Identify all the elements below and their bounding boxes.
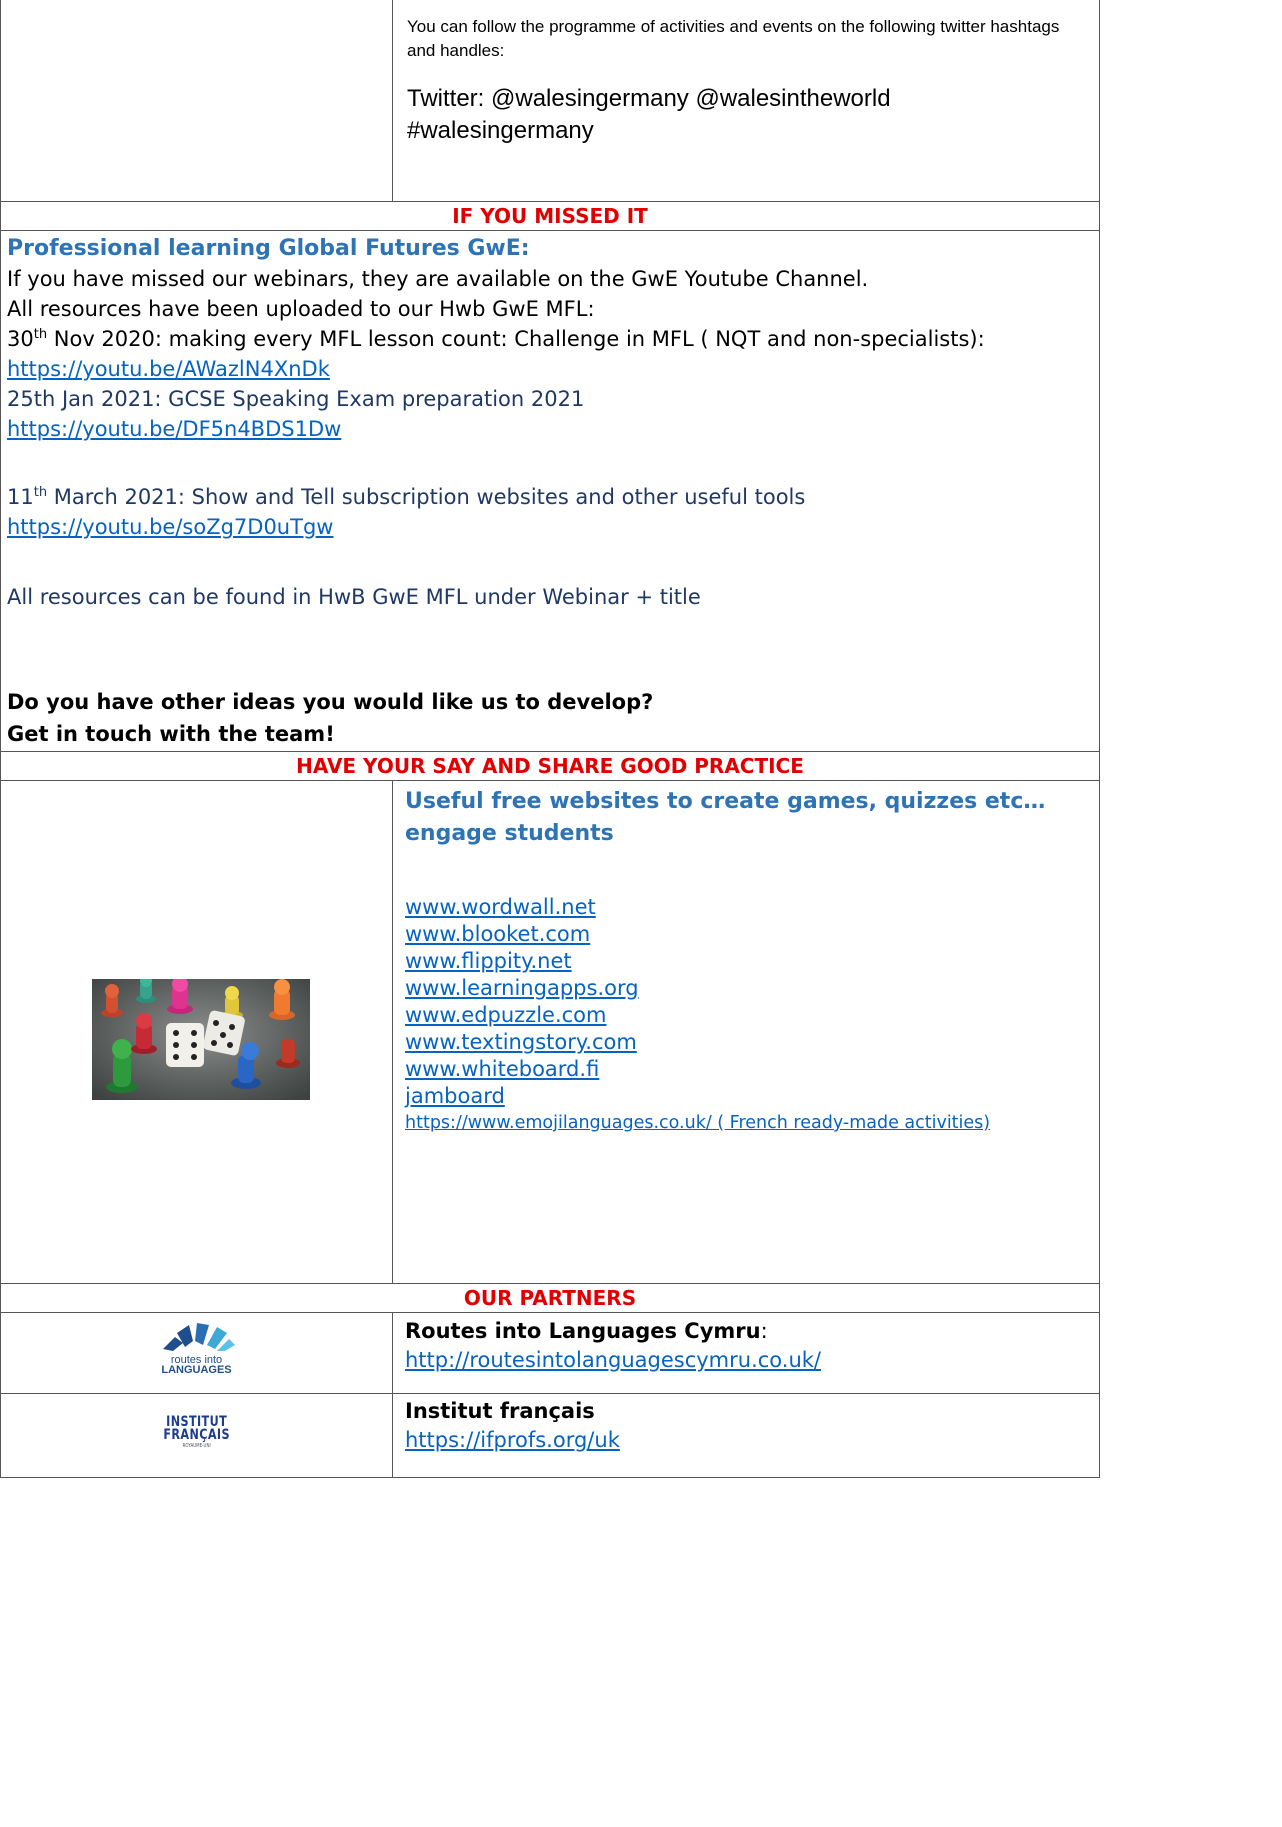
board-game-pieces-image (92, 979, 310, 1100)
missed-content-row: Professional learning Global Futures GwE… (0, 230, 1100, 752)
document-page: You can follow the programme of activiti… (0, 0, 1282, 1827)
webinar3-day: 11 (7, 485, 34, 509)
webinar1-text: Nov 2020: making every MFL lesson count:… (47, 327, 985, 351)
webinar3: 11th March 2021: Show and Tell subscript… (7, 482, 1093, 512)
routes-info-cell: Routes into Languages Cymru: http://rout… (392, 1312, 1100, 1394)
missed-line1: If you have missed our webinars, they ar… (7, 267, 869, 291)
routes-colon: : (760, 1319, 768, 1343)
website-link-flippity[interactable]: www.flippity.net (405, 949, 572, 973)
website-link-jamboard[interactable]: jamboard (405, 1084, 505, 1108)
newsletter-table: You can follow the programme of activiti… (0, 0, 1100, 1478)
partners-header: OUR PARTNERS (0, 1283, 1100, 1313)
institut-logo: INSTITUT FRANÇAIS ROYAUME-UNI (163, 1415, 230, 1450)
routes-logo-cell: routes into LANGUAGES (0, 1312, 393, 1394)
partner-routes-row: routes into LANGUAGES Routes into Langua… (0, 1312, 1100, 1394)
missed-content: Professional learning Global Futures GwE… (0, 230, 1100, 752)
missed-line2: All resources have been uploaded to our … (7, 297, 595, 321)
webinar3-link[interactable]: https://youtu.be/soZg7D0uTgw (7, 515, 333, 539)
website-link-learningapps[interactable]: www.learningapps.org (405, 976, 639, 1000)
twitter-left-cell (0, 0, 393, 202)
webinar1: 30th Nov 2020: making every MFL lesson c… (7, 324, 1093, 384)
games-image-cell (0, 780, 393, 1284)
webinar1-link[interactable]: https://youtu.be/AWazlN4XnDk (7, 357, 330, 381)
partner-institut-row: INSTITUT FRANÇAIS ROYAUME-UNI Institut f… (0, 1393, 1100, 1478)
twitter-intro: You can follow the programme of activiti… (407, 17, 1060, 60)
website-link-blooket[interactable]: www.blooket.com (405, 922, 590, 946)
missed-header-row: IF YOU MISSED IT (0, 201, 1100, 231)
webinar3-text: March 2021: Show and Tell subscription w… (47, 485, 806, 509)
institut-logo-line3: ROYAUME-UNI (182, 1443, 211, 1449)
institut-logo-line2: FRANÇAIS (163, 1427, 230, 1443)
missed-title: Professional learning Global Futures GwE… (7, 236, 530, 261)
twitter-handles: Twitter: @walesingermany @walesintheworl… (407, 83, 1089, 147)
routes-link[interactable]: http://routesintolanguagescymru.co.uk/ (405, 1348, 821, 1372)
webinar2-link[interactable]: https://youtu.be/DF5n4BDS1Dw (7, 417, 341, 441)
websites-title: Useful free websites to create games, qu… (405, 789, 1046, 846)
webinar1-day: 30 (7, 327, 34, 351)
contact-cta: Get in touch with the team! (7, 722, 335, 746)
webinar2-text: 25th Jan 2021: GCSE Speaking Exam prepar… (7, 387, 585, 411)
institut-name: Institut français (405, 1399, 595, 1423)
ideas-question: Do you have other ideas you would like u… (7, 690, 654, 714)
institut-logo-cell: INSTITUT FRANÇAIS ROYAUME-UNI (0, 1393, 393, 1478)
webinar1-sup: th (33, 327, 48, 342)
institut-link[interactable]: https://ifprofs.org/uk (405, 1428, 620, 1452)
resources-note: All resources can be found in HwB GwE MF… (7, 585, 701, 609)
twitter-handles-line1: Twitter: @walesingermany @walesintheworl… (407, 85, 891, 112)
website-link-whiteboard[interactable]: www.whiteboard.fi (405, 1057, 599, 1081)
share-header-row: HAVE YOUR SAY AND SHARE GOOD PRACTICE (0, 751, 1100, 781)
share-header: HAVE YOUR SAY AND SHARE GOOD PRACTICE (0, 751, 1100, 781)
website-link-textingstory[interactable]: www.textingstory.com (405, 1030, 637, 1054)
webinar3-sup: th (33, 485, 48, 500)
website-link-edpuzzle[interactable]: www.edpuzzle.com (405, 1003, 607, 1027)
twitter-hashtag: #walesingermany (407, 117, 594, 144)
websites-list: www.wordwall.net www.blooket.com www.fli… (405, 894, 1089, 1137)
missed-header: IF YOU MISSED IT (0, 201, 1100, 231)
routes-logo-mark (162, 1323, 235, 1351)
website-link-wordwall[interactable]: www.wordwall.net (405, 895, 596, 919)
routes-logo: routes into LANGUAGES (159, 1321, 235, 1376)
twitter-row: You can follow the programme of activiti… (0, 0, 1100, 202)
websites-cell: Useful free websites to create games, qu… (392, 780, 1100, 1284)
institut-info-cell: Institut français https://ifprofs.org/uk (392, 1393, 1100, 1478)
routes-logo-line2: LANGUAGES (161, 1364, 232, 1376)
twitter-cell: You can follow the programme of activiti… (392, 0, 1100, 202)
share-content-row: Useful free websites to create games, qu… (0, 780, 1100, 1284)
routes-name: Routes into Languages Cymru (405, 1319, 761, 1343)
partners-header-row: OUR PARTNERS (0, 1283, 1100, 1313)
website-link-emojilanguages[interactable]: https://www.emojilanguages.co.uk/ ( Fren… (405, 1113, 990, 1133)
